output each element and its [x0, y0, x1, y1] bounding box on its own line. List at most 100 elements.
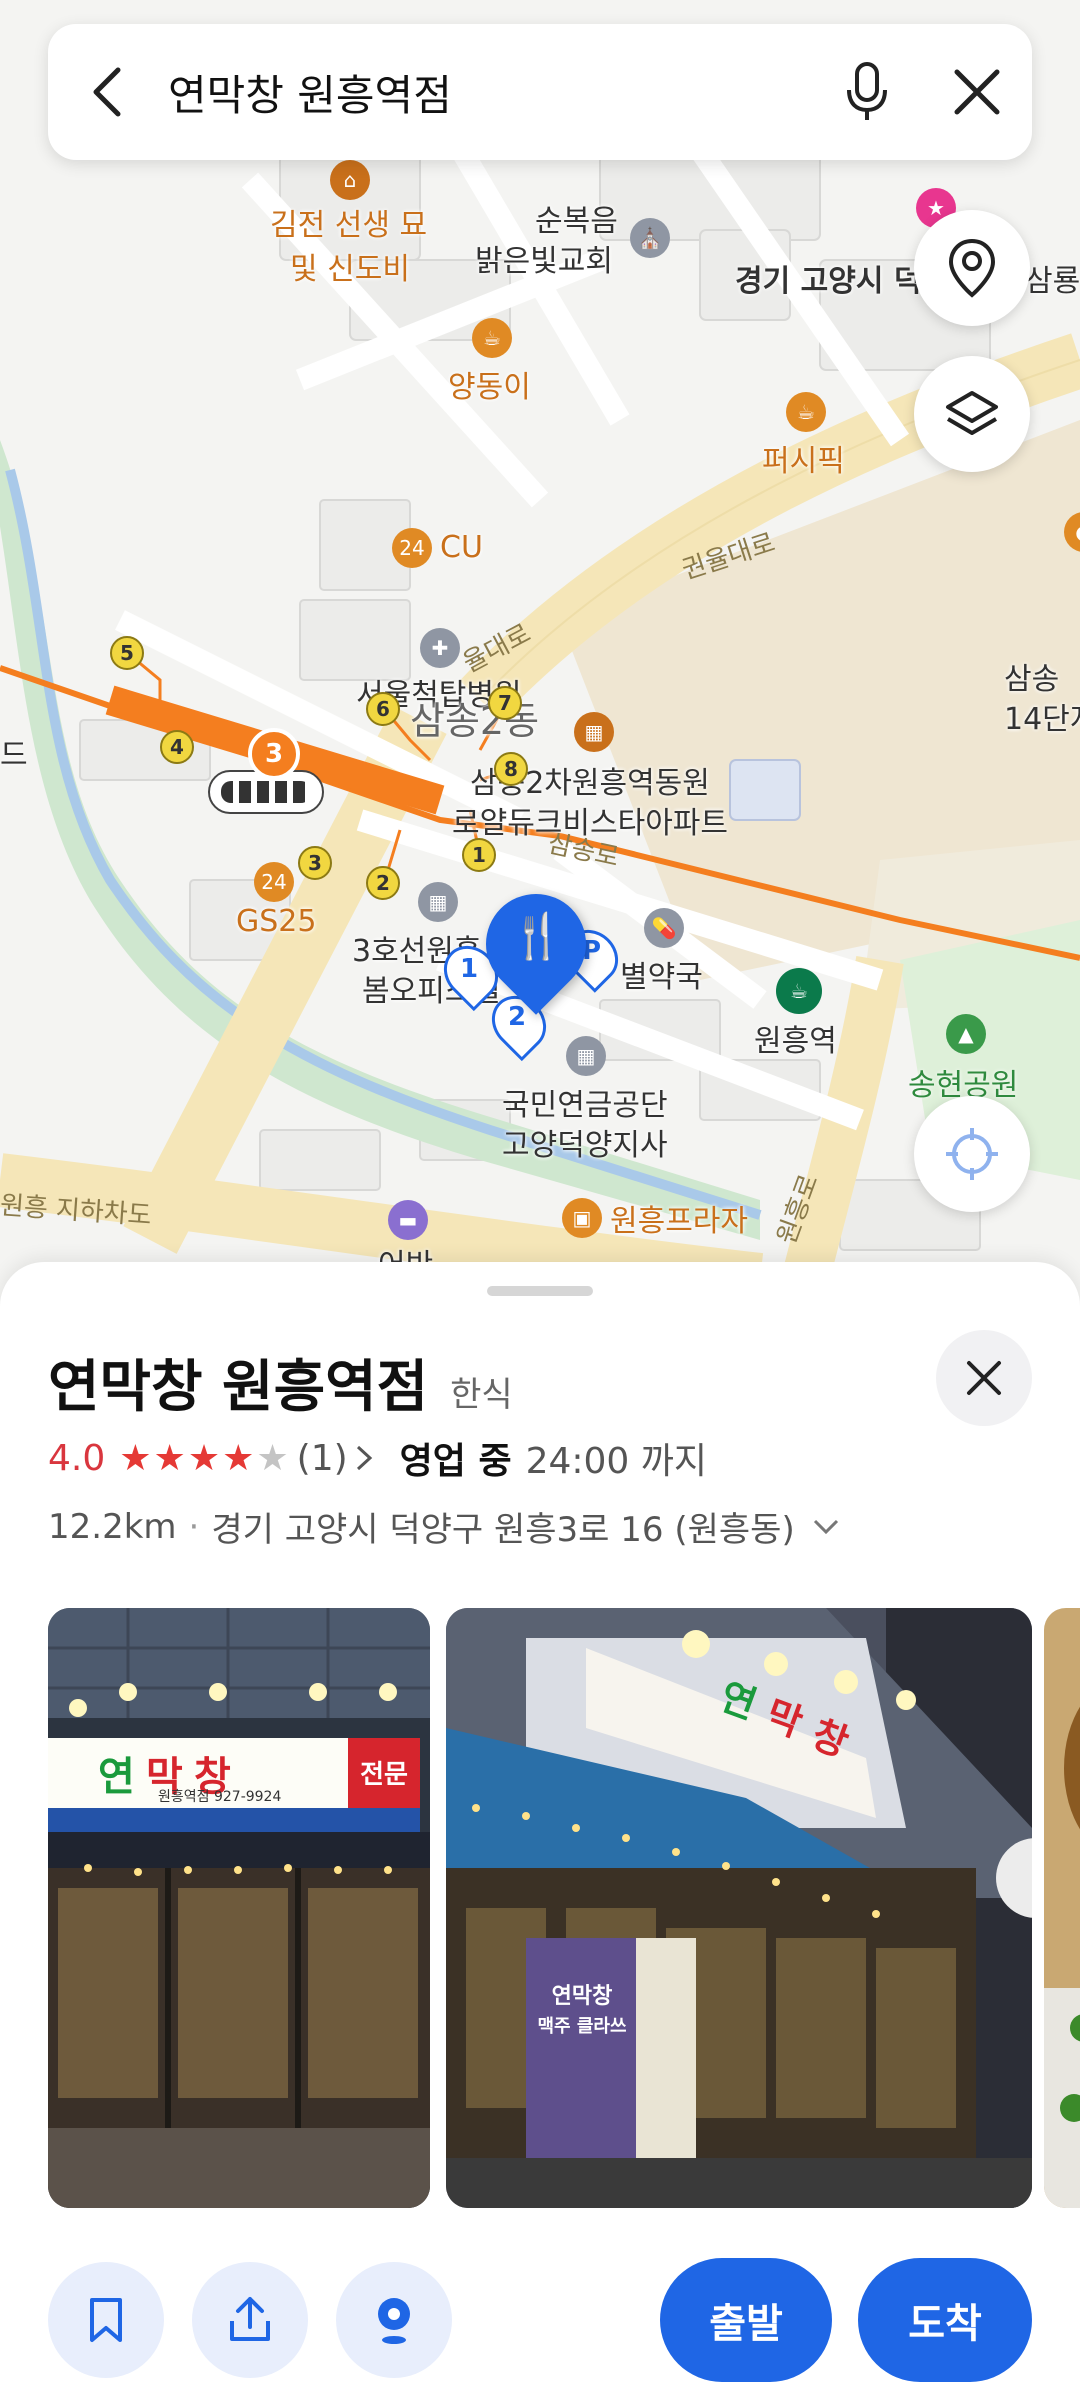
map-layers-button[interactable] — [914, 356, 1030, 472]
star-icon: ★ — [119, 1437, 152, 1479]
close-sheet-button[interactable] — [936, 1330, 1032, 1426]
parking-marker-number: 2 — [508, 1002, 527, 1032]
poi-samsong-right-label-1: 삼송 — [1004, 662, 1060, 697]
sheet-drag-handle[interactable] — [487, 1286, 593, 1296]
rating-value: 4.0 — [48, 1437, 106, 1479]
poi-grave-label-2: 및 신도비 — [290, 252, 410, 287]
place-name: 연막창 원흥역점 — [48, 1355, 429, 1420]
poi-nps-label-1: 국민연금공단 — [502, 1088, 668, 1123]
poster-subtitle: 맥주 클라쓰 — [537, 2016, 627, 2037]
place-photo[interactable]: 연 막 창 전문 원흥역점 927-9924 — [48, 1608, 430, 2208]
star-icon: ★ — [256, 1437, 289, 1479]
layers-icon — [946, 391, 998, 435]
clear-search-button[interactable] — [922, 24, 1032, 160]
pharmacy-icon[interactable]: 💊 — [644, 908, 684, 948]
map-pin-icon — [378, 2298, 410, 2344]
shopping-icon[interactable]: ▣ — [562, 1198, 602, 1238]
church-icon[interactable]: ⛪ — [630, 218, 670, 258]
sign-specialty: 전문 — [360, 1760, 408, 1790]
parking-marker-number: 1 — [460, 954, 479, 984]
business-status: 영업 중 — [399, 1441, 512, 1482]
distance-text: 12.2km — [48, 1506, 177, 1547]
cafe-icon[interactable]: ☕ — [472, 318, 512, 358]
poi-nps-label-2: 고양덕양지사 — [502, 1128, 668, 1163]
place-photo[interactable] — [1044, 1608, 1080, 2208]
subway-line3-badge[interactable]: 3 — [248, 728, 300, 780]
exit-number[interactable]: 8 — [494, 752, 528, 786]
poi-grave-label-1: 김전 선생 묘 — [270, 208, 428, 243]
poi-cu-label: CU — [440, 530, 483, 565]
building-icon[interactable]: ▦ — [418, 882, 458, 922]
building-icon[interactable]: ▦ — [566, 1036, 606, 1076]
sign-char-1: 연 — [98, 1754, 135, 1800]
review-count[interactable]: (1) — [297, 1438, 348, 1479]
poster-title: 연막창 — [551, 1984, 613, 2009]
rating-stars: ★★★★★ — [117, 1438, 288, 1479]
exit-number[interactable]: 1 — [462, 838, 496, 872]
arrive-button[interactable]: 도착 — [858, 2258, 1032, 2382]
address-text: 경기 고양시 덕양구 원흥3로 16 (원흥동) — [211, 1510, 795, 1550]
street-view-button[interactable] — [336, 2262, 452, 2378]
poi-cafe-yang-label: 양동이 — [448, 370, 531, 405]
back-button[interactable] — [48, 24, 168, 160]
close-icon — [967, 1361, 1001, 1395]
star-icon: ★ — [153, 1437, 186, 1479]
food-photo-3 — [1044, 1608, 1080, 2208]
share-icon — [230, 2297, 270, 2341]
apartment-icon[interactable]: ▦ — [574, 712, 614, 752]
exit-number[interactable]: 7 — [488, 686, 522, 720]
search-bar[interactable]: 연막창 원흥역점 — [48, 24, 1032, 160]
exit-number[interactable]: 2 — [366, 866, 400, 900]
back-arrow-icon — [93, 67, 121, 117]
convenience-store-icon[interactable]: 24 — [254, 862, 294, 902]
photo-carousel[interactable]: 연 막 창 전문 원흥역점 927-9924 연 막 창 연막창 맥주 클라쓰 — [0, 1608, 1080, 2208]
landmark-icon[interactable]: ⌂ — [330, 160, 370, 200]
starbucks-icon[interactable]: ☕ — [776, 968, 822, 1014]
park-icon[interactable]: ▲ — [946, 1014, 986, 1054]
hospital-icon[interactable]: ✚ — [420, 628, 460, 668]
location-pin-button[interactable] — [914, 210, 1030, 326]
poi-left-edge-label: 드 — [0, 738, 28, 773]
poi-wonheung-plaza-label: 원흥프라자 — [610, 1204, 748, 1239]
cafe-icon[interactable]: ☕ — [786, 392, 826, 432]
poi-cafe-pacific-label: 퍼시픽 — [762, 444, 845, 479]
map-view[interactable]: 김전 선생 묘 및 신도비 ⌂ 순복음 밝은빛교회 ⛪ 경기 고양시 덕 삼룡집… — [0, 0, 1080, 1300]
poi-church-label-2: 밝은빛교회 — [475, 244, 613, 279]
sign-subtext: 원흥역점 927-9924 — [158, 1789, 282, 1805]
hotel-icon[interactable]: ▬ — [388, 1200, 428, 1240]
poi-pharmacy-label: 별약국 — [620, 960, 703, 995]
exit-number[interactable]: 3 — [298, 846, 332, 880]
convenience-store-icon[interactable]: 24 — [392, 528, 432, 568]
place-photo[interactable]: 연 막 창 연막창 맥주 클라쓰 — [446, 1608, 1032, 2208]
exit-number[interactable]: 4 — [160, 730, 194, 764]
business-hours: 24:00 까지 — [525, 1441, 708, 1482]
voice-search-button[interactable] — [812, 24, 922, 160]
search-query-text[interactable]: 연막창 원흥역점 — [168, 62, 812, 123]
share-button[interactable] — [192, 2262, 308, 2378]
storefront-photo-1 — [48, 1608, 430, 2208]
chevron-down-icon — [813, 1519, 838, 1534]
poi-church-label-1: 순복음 — [535, 204, 618, 239]
place-detail-sheet[interactable]: 연막창 원흥역점 한식 4.0 ★★★★★ (1) 영업 중 24:00 까지 … — [0, 1262, 1080, 2402]
save-bookmark-button[interactable] — [48, 2262, 164, 2378]
poi-goyang-label: 경기 고양시 덕 — [735, 264, 922, 299]
crosshair-icon — [946, 1128, 998, 1180]
star-icon: ★ — [222, 1437, 255, 1479]
poi-gs25-label: GS25 — [236, 904, 317, 939]
poi-wonheung-station-label: 원흥역 — [754, 1024, 837, 1059]
chevron-right-icon — [356, 1445, 372, 1471]
restaurant-icon: 🍴 — [510, 911, 565, 962]
address-row[interactable]: 12.2km · 경기 고양시 덕양구 원흥3로 16 (원흥동) — [48, 1502, 841, 1551]
poi-samsong-right-label-2: 14단지 — [1004, 702, 1080, 737]
my-location-button[interactable] — [914, 1096, 1030, 1212]
star-icon: ★ — [187, 1437, 221, 1479]
exit-number[interactable]: 5 — [110, 636, 144, 670]
location-pin-icon — [948, 238, 996, 298]
bookmark-icon — [90, 2298, 122, 2342]
exit-number[interactable]: 6 — [366, 692, 400, 726]
poi-edge-top-right: 삼룡집 — [1025, 264, 1080, 299]
depart-button[interactable]: 출발 — [660, 2258, 832, 2382]
rating-row[interactable]: 4.0 ★★★★★ (1) 영업 중 24:00 까지 — [48, 1432, 707, 1484]
place-title-row: 연막창 원흥역점 한식 — [48, 1342, 513, 1423]
close-icon — [954, 69, 1000, 115]
